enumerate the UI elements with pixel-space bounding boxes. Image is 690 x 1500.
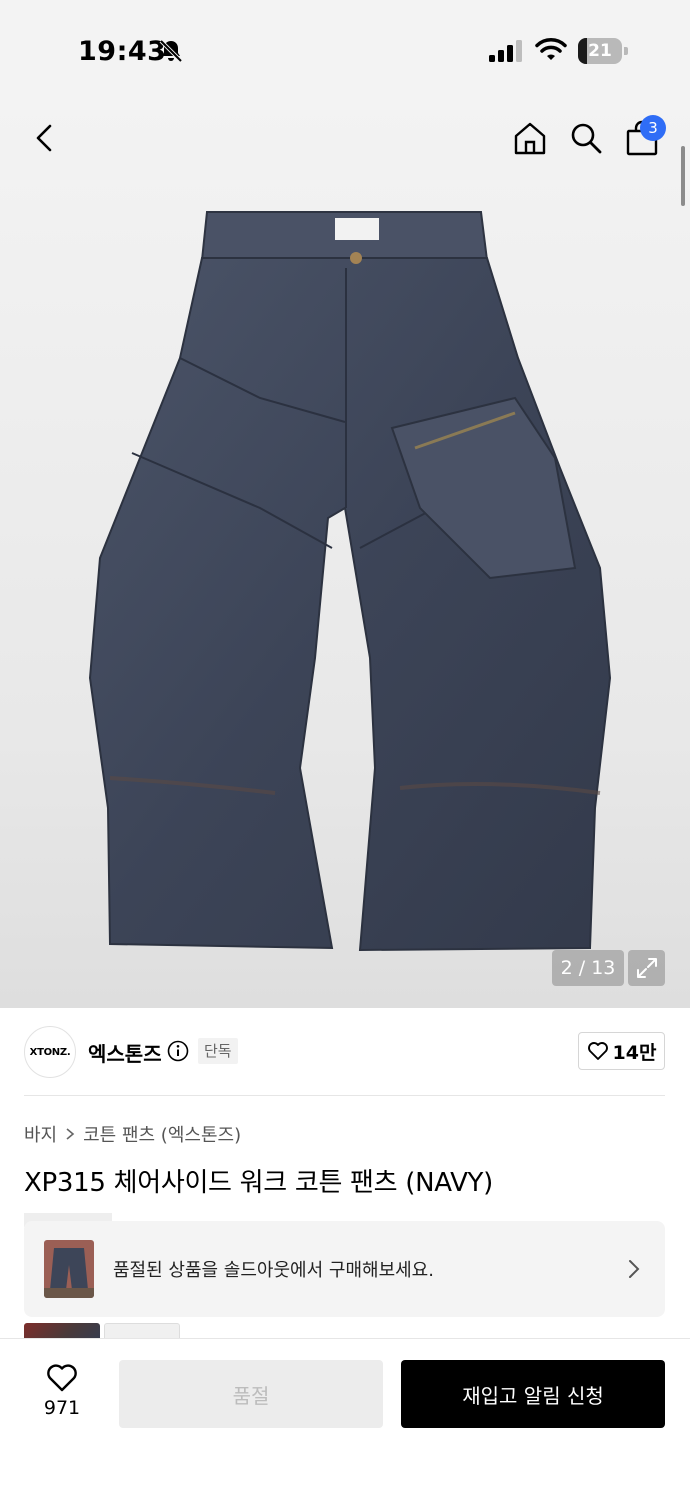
home-button[interactable] xyxy=(508,116,552,160)
breadcrumb-category[interactable]: 바지 xyxy=(24,1121,57,1147)
battery-indicator: 21 xyxy=(578,38,628,64)
search-icon xyxy=(571,123,602,154)
search-button[interactable] xyxy=(564,116,608,160)
soldout-banner-text: 품절된 상품을 솔드아웃에서 구매해보세요. xyxy=(113,1260,434,1281)
wifi-icon xyxy=(535,38,567,60)
product-image-gallery[interactable]: 3 2 / 13 xyxy=(0,100,690,1008)
breadcrumb-subcategory[interactable]: 코튼 팬츠 (엑스톤즈) xyxy=(83,1121,241,1147)
info-icon[interactable] xyxy=(167,1040,189,1062)
scrollbar[interactable] xyxy=(681,146,685,206)
breadcrumb: 바지 코튼 팬츠 (엑스톤즈) xyxy=(24,1121,241,1147)
status-time: 19:43 xyxy=(78,36,167,67)
brand-row: XTONZ. 엑스톤즈 단독 14만 xyxy=(0,1008,690,1096)
product-title: XP315 체어사이드 워크 코튼 팬츠 (NAVY) xyxy=(24,1168,493,1198)
battery-percent: 21 xyxy=(588,41,612,61)
chevron-right-icon xyxy=(66,1128,75,1140)
status-bar: 19:43 21 xyxy=(0,0,690,100)
brand-logo[interactable]: XTONZ. xyxy=(24,1026,76,1078)
cart-count-badge: 3 xyxy=(640,115,666,141)
heart-icon xyxy=(47,1364,77,1392)
wishlist-count: 971 xyxy=(43,1397,81,1419)
brand-name[interactable]: 엑스톤즈 xyxy=(88,1038,162,1067)
chevron-left-icon xyxy=(36,124,52,152)
soldout-button[interactable]: 품절 xyxy=(119,1360,383,1428)
exclusive-badge: 단독 xyxy=(198,1038,238,1064)
bell-off-icon xyxy=(159,39,183,63)
back-button[interactable] xyxy=(22,116,66,160)
bottom-action-bar: 971 품절 재입고 알림 신청 xyxy=(0,1338,690,1500)
brand-like-count: 14만 xyxy=(612,1041,657,1064)
soldout-banner[interactable]: 품절된 상품을 솔드아웃에서 구매해보세요. xyxy=(24,1221,665,1317)
cellular-signal-icon xyxy=(489,40,522,62)
chevron-right-icon xyxy=(629,1260,640,1278)
wishlist-button[interactable]: 971 xyxy=(30,1363,94,1423)
home-icon xyxy=(514,122,546,155)
brand-like-button[interactable]: 14만 xyxy=(578,1032,665,1070)
product-image xyxy=(88,211,612,952)
divider xyxy=(24,1095,665,1096)
image-counter: 2 / 13 xyxy=(552,950,624,986)
expand-icon xyxy=(636,958,657,978)
heart-icon xyxy=(587,1042,608,1060)
banner-thumbnail xyxy=(44,1240,94,1298)
fullscreen-button[interactable] xyxy=(628,950,665,986)
restock-alert-button[interactable]: 재입고 알림 신청 xyxy=(401,1360,665,1428)
